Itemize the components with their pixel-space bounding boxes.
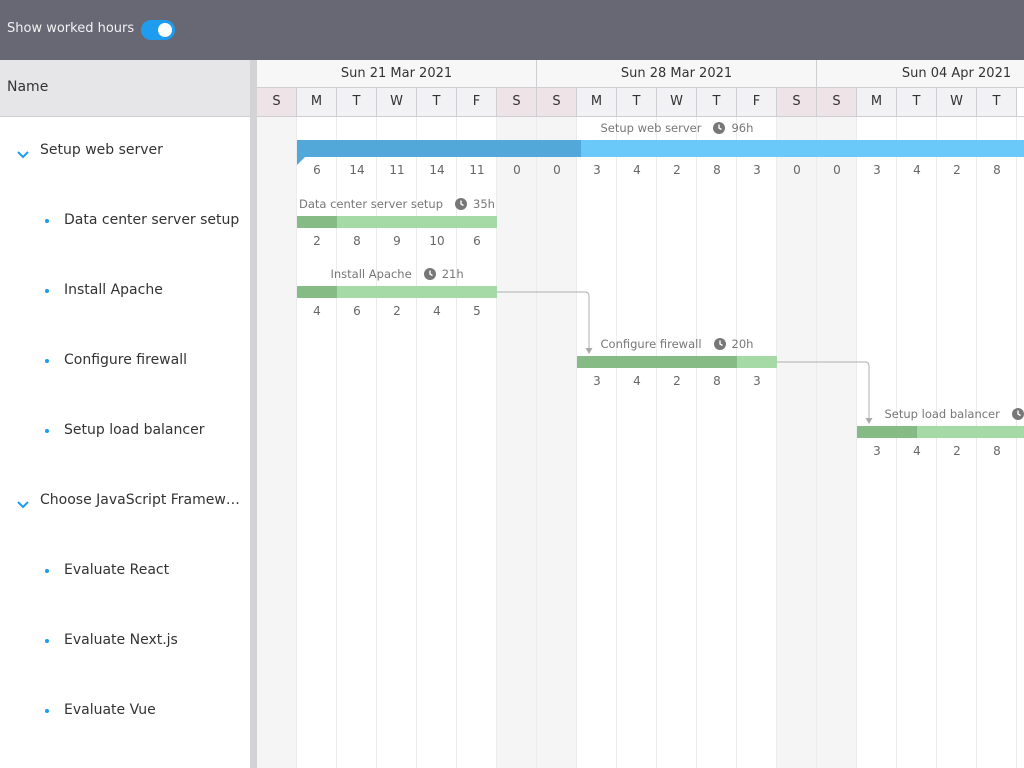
day-header-cell: T (977, 88, 1017, 116)
toolbar: Show worked hours (0, 0, 1024, 60)
task-tree: Setup web server Data center server setup… (0, 117, 250, 768)
tree-row[interactable]: Evaluate Next.js (0, 607, 250, 677)
tree-row[interactable]: Setup load balancer (0, 397, 250, 467)
task-name: Choose JavaScript Framework (40, 492, 244, 508)
day-header-cell: T (897, 88, 937, 116)
dependency-lines (497, 291, 873, 424)
task-name: Setup load balancer (64, 422, 205, 438)
chevron-down-icon[interactable] (16, 145, 30, 159)
task-name: Configure firewall (64, 352, 187, 368)
week-header-cell: Sun 21 Mar 2021 (257, 60, 537, 88)
timeline-body: Setup web server 96h 6 14 11 14 11 0 0 3 4 2 8 3 0 0 3 4 2… (257, 117, 1024, 768)
bullet-dot-icon (45, 219, 49, 223)
grid-header: Name (0, 60, 250, 117)
day-header-cell: T (617, 88, 657, 116)
week-header-cell: Sun 04 Apr 2021 (817, 60, 1024, 88)
show-worked-hours-toggle[interactable] (141, 20, 175, 40)
day-header-cell: M (297, 88, 337, 116)
dependency-arrow-icon (865, 418, 873, 424)
bullet-dot-icon (45, 709, 49, 713)
day-header-cell: S (257, 88, 297, 116)
tree-row[interactable]: Install Apache (0, 257, 250, 327)
bullet-dot-icon (45, 429, 49, 433)
bullet-dot-icon (45, 569, 49, 573)
task-name: Install Apache (64, 282, 163, 298)
day-header-cell: F (457, 88, 497, 116)
day-header-cell: M (857, 88, 897, 116)
dependency-line (497, 291, 590, 352)
day-header-cell: W (657, 88, 697, 116)
bullet-dot-icon (45, 639, 49, 643)
bullet-dot-icon (45, 289, 49, 293)
tree-row[interactable]: Evaluate Vue (0, 677, 250, 747)
day-header-cell: T (417, 88, 457, 116)
toggle-knob[interactable] (158, 23, 172, 37)
bullet-dot-icon (45, 359, 49, 363)
show-worked-hours-label: Show worked hours (7, 21, 135, 36)
day-header-cell: F (737, 88, 777, 116)
day-header-cell: T (697, 88, 737, 116)
name-column-header[interactable]: Name (7, 79, 48, 95)
dependency-arrow-icon (585, 348, 593, 354)
day-header-cell: S (777, 88, 817, 116)
day-header-cell: M (577, 88, 617, 116)
chevron-down-icon[interactable] (16, 495, 30, 509)
tree-row[interactable]: Evaluate React (0, 537, 250, 607)
tree-row[interactable]: Choose JavaScript Framework (0, 467, 250, 537)
day-header-cell: S (497, 88, 537, 116)
task-name: Evaluate React (64, 562, 170, 578)
task-name: Setup web server (40, 142, 163, 158)
timeline-header: Sun 21 Mar 2021 Sun 28 Mar 2021 Sun 04 Apr… (257, 60, 1024, 117)
task-name: Evaluate Next.js (64, 632, 178, 648)
tree-row[interactable]: Setup web server (0, 117, 250, 187)
day-header-cell: T (337, 88, 377, 116)
day-header-cell: W (937, 88, 977, 116)
week-header-cell: Sun 28 Mar 2021 (537, 60, 817, 88)
day-header-cell: W (377, 88, 417, 116)
task-name: Data center server setup (64, 212, 240, 228)
task-name: Evaluate Vue (64, 702, 156, 718)
day-header-cell: S (817, 88, 857, 116)
tree-row[interactable]: Data center server setup (0, 187, 250, 257)
dependency-line (777, 361, 870, 422)
grid-splitter[interactable] (250, 60, 257, 768)
day-header-cell: S (537, 88, 577, 116)
tree-row[interactable]: Configure firewall (0, 327, 250, 397)
